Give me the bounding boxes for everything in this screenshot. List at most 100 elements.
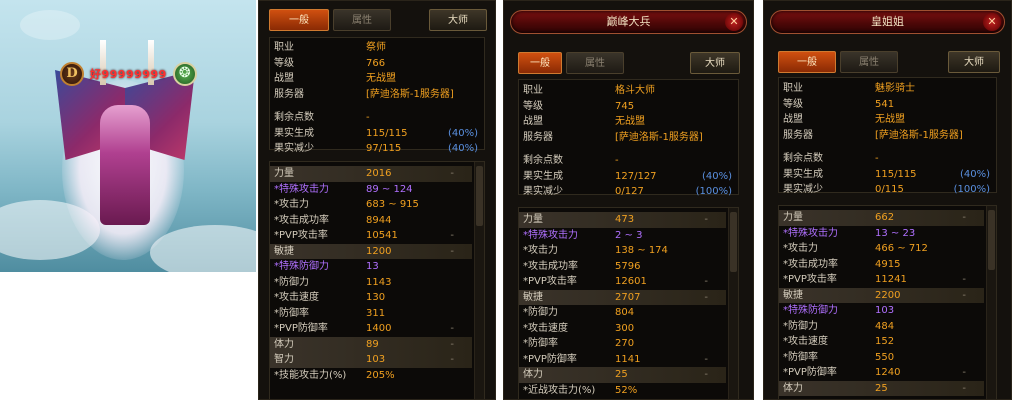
info-value: 115/115 <box>366 127 408 139</box>
stat-add-point[interactable]: - <box>704 352 708 368</box>
info-value: - <box>875 153 879 164</box>
stat-add-point[interactable]: - <box>962 288 966 304</box>
stat-row: *特殊攻击力 2 ~ 3 <box>519 228 726 244</box>
info-label: 剩余点数 <box>523 155 563 166</box>
stat-value: 11241 <box>875 274 907 285</box>
player-character[interactable] <box>100 105 150 225</box>
stats-scrollbar[interactable] <box>986 206 996 399</box>
stat-label: 体力 <box>783 382 803 394</box>
stat-value: 2707 <box>615 291 641 303</box>
stat-add-point[interactable]: - <box>450 352 454 368</box>
stat-add-point[interactable]: - <box>450 337 454 353</box>
stat-add-point[interactable]: - <box>450 228 454 244</box>
stat-label: *攻击速度 <box>274 292 319 303</box>
stats-scrollbar[interactable] <box>474 162 484 399</box>
tab-general[interactable]: 一般 <box>269 9 329 31</box>
tab-master[interactable]: 大师 <box>429 9 487 31</box>
info-value: 祭师 <box>366 42 386 53</box>
tab-attributes[interactable]: 属性 <box>333 9 391 31</box>
info-label: 果实减少 <box>523 186 563 197</box>
stat-value: 466 ~ 712 <box>875 243 928 254</box>
character-info-panel-3: 皇姐姐 ✕ 一般 属性 大师 职业 魅影骑士 等级 541 战盟 无战盟 服务器 [萨迪洛斯-… <box>763 0 1012 400</box>
info-value: 无战盟 <box>366 73 396 84</box>
stat-add-point[interactable]: - <box>704 367 708 383</box>
stat-row: *攻击力 466 ~ 712 <box>779 241 984 257</box>
info-label: 职业 <box>274 42 294 53</box>
stat-label: *防御力 <box>523 307 558 318</box>
info-row: 战盟 无战盟 <box>779 112 996 128</box>
stat-label: *攻击速度 <box>783 336 828 347</box>
stat-label: 体力 <box>523 369 543 380</box>
info-row: 服务器 [萨迪洛斯-1服务器] <box>270 87 484 103</box>
stat-row: *PVP攻击率 10541 - <box>270 228 472 244</box>
close-icon[interactable]: ✕ <box>983 13 1001 31</box>
stat-row: *攻击成功率 5796 <box>519 259 726 275</box>
tab-master[interactable]: 大师 <box>948 51 1000 73</box>
stat-value: 2200 <box>875 289 901 301</box>
stat-add-point[interactable]: - <box>704 212 708 228</box>
info-row: 等级 541 <box>779 97 996 113</box>
player-name[interactable]: 好99999999 <box>90 66 167 82</box>
stat-value: 804 <box>615 307 635 318</box>
info-value: 745 <box>615 100 635 112</box>
stat-value: 484 <box>875 320 895 332</box>
stat-label: *PVP攻击率 <box>274 230 328 241</box>
stat-value: 25 <box>615 369 628 380</box>
stat-add-point[interactable]: - <box>962 210 966 226</box>
stat-row: *特殊防御力 13 <box>270 259 472 275</box>
info-value: 0/127 <box>615 186 644 197</box>
stat-label: 力量 <box>274 168 294 179</box>
stat-value: 89 ~ 124 <box>366 183 413 195</box>
tab-master[interactable]: 大师 <box>690 52 740 74</box>
info-section: 职业 魅影骑士 等级 541 战盟 无战盟 服务器 [萨迪洛斯-1服务器] 剩余点数 - 果实生成 1… <box>778 77 997 195</box>
stat-label: *特殊防御力 <box>274 261 329 272</box>
info-label: 剩余点数 <box>274 112 314 123</box>
scrollbar-thumb[interactable] <box>988 210 995 270</box>
info-label: 职业 <box>523 85 543 96</box>
stat-add-point[interactable]: - <box>962 381 966 397</box>
stat-add-point[interactable]: - <box>704 274 708 290</box>
stat-label: *特殊攻击力 <box>523 229 578 241</box>
close-icon[interactable]: ✕ <box>725 13 743 31</box>
info-value: 魅影骑士 <box>875 83 915 94</box>
info-value: 0/115 <box>875 184 904 195</box>
d-rank-badge-icon: D <box>60 62 84 86</box>
info-value: 无战盟 <box>875 114 905 125</box>
scrollbar-thumb[interactable] <box>476 166 483 226</box>
stat-add-point[interactable]: - <box>962 272 966 288</box>
info-value: 格斗大师 <box>615 85 655 96</box>
stat-add-point[interactable]: - <box>704 290 708 306</box>
info-label: 服务器 <box>783 129 813 141</box>
scrollbar-thumb[interactable] <box>730 212 737 272</box>
info-label: 果实减少 <box>783 184 823 195</box>
stat-row: *特殊防御力 103 <box>779 303 984 319</box>
stat-value: 205% <box>366 369 395 381</box>
stat-add-point[interactable]: - <box>450 321 454 337</box>
stat-row: *防御力 1143 <box>270 275 472 291</box>
stat-add-point[interactable]: - <box>450 166 454 182</box>
info-row: 果实生成 115/115 (40%) <box>270 126 484 142</box>
tab-general[interactable]: 一般 <box>518 52 562 74</box>
stat-add-point[interactable]: - <box>450 244 454 260</box>
ice-floe <box>20 10 80 40</box>
stat-label: *防御力 <box>274 276 309 288</box>
stat-row-primary: 敏捷 1200 - <box>270 243 472 260</box>
tab-general[interactable]: 一般 <box>778 51 836 73</box>
info-percent: (40%) <box>447 143 478 154</box>
info-row: 职业 祭师 <box>270 40 484 56</box>
stat-add-point[interactable]: - <box>962 365 966 381</box>
stats-scrollbar[interactable] <box>728 208 738 399</box>
info-row: 剩余点数 - <box>270 110 484 126</box>
stat-row: *技能攻击力(%) 205% <box>270 368 472 384</box>
info-row: 等级 766 <box>270 56 484 72</box>
stat-value: 152 <box>875 336 895 347</box>
stat-value: 138 ~ 174 <box>615 245 668 256</box>
tab-attributes[interactable]: 属性 <box>566 52 624 74</box>
tab-attributes[interactable]: 属性 <box>840 51 898 73</box>
stat-value: 103 <box>875 305 895 316</box>
info-label: 等级 <box>783 98 803 110</box>
info-label: 果实生成 <box>783 168 823 180</box>
info-value: [萨迪洛斯-1服务器] <box>615 131 703 143</box>
stat-value: 683 ~ 915 <box>366 199 419 210</box>
stat-label: 敏捷 <box>523 291 543 303</box>
